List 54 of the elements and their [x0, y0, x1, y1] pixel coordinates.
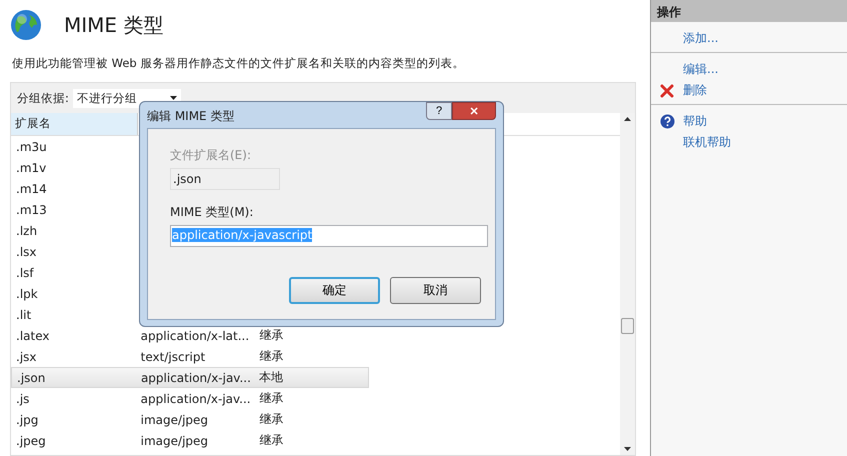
- table-cell-text: .jsx: [15, 350, 38, 364]
- action-link[interactable]: 删除: [683, 82, 707, 99]
- action-link[interactable]: 联机帮助: [683, 134, 731, 151]
- table-cell-text: image/jpeg: [140, 434, 210, 448]
- scrollbar[interactable]: [620, 113, 635, 455]
- mime-type-field[interactable]: application/x-javascript: [170, 225, 488, 247]
- table-cell-text: .jpeg: [15, 434, 47, 448]
- table-cell-text: .json: [16, 370, 46, 384]
- table-cell-text: .m14: [15, 182, 48, 196]
- table-cell-text: .lpk: [15, 286, 39, 300]
- table-cell-text: .lsf: [15, 266, 35, 280]
- selected-row[interactable]: .json application/x-jav... 本地: [11, 367, 369, 388]
- table-cell-text: .lit: [15, 308, 32, 322]
- page-title: MIME 类型: [64, 12, 164, 38]
- table-cell-text: .jpg: [15, 412, 40, 426]
- table-cell-text: 继承: [258, 432, 284, 449]
- table-cell-text: .lsx: [15, 244, 38, 258]
- globe-icon: [10, 9, 42, 41]
- help-icon: [660, 114, 674, 129]
- field-label: MIME 类型(M):: [170, 204, 254, 221]
- table-cell-text: application/x-jav...: [140, 392, 252, 406]
- table-cell-text: 本地: [258, 369, 284, 386]
- scroll-down-icon[interactable]: [624, 447, 631, 451]
- table-cell-text: .m3u: [15, 140, 48, 154]
- scroll-up-icon[interactable]: [624, 117, 631, 121]
- action-link[interactable]: 编辑...: [683, 61, 718, 78]
- scroll-thumb[interactable]: [621, 318, 634, 334]
- table-cell-text: 继承: [258, 327, 284, 344]
- table-cell-text: .lzh: [15, 224, 38, 238]
- action-link[interactable]: 帮助: [683, 113, 707, 130]
- delete-icon: [660, 84, 674, 98]
- table-cell-text: .js: [15, 392, 30, 406]
- close-button[interactable]: ✕: [452, 102, 496, 120]
- group-by-label: 分组依据:: [17, 90, 69, 106]
- page-description: 使用此功能管理被 Web 服务器用作静态文件的文件扩展名和关联的内容类型的列表。: [11, 55, 466, 72]
- column-header[interactable]: 扩展名: [11, 113, 138, 135]
- table-cell-text: application/x-lat...: [140, 328, 250, 342]
- table-cell-text: image/jpeg: [140, 412, 210, 426]
- extension-field: .json: [170, 168, 280, 190]
- help-button[interactable]: ?: [426, 102, 452, 120]
- table-cell-text: application/x-jav...: [140, 370, 252, 384]
- dialog-title: 编辑 MIME 类型: [147, 108, 234, 125]
- table-cell-text: .m13: [15, 202, 48, 216]
- action-link[interactable]: 添加...: [683, 30, 718, 47]
- table-cell-text: 继承: [258, 390, 284, 407]
- field-label: 文件扩展名(E):: [170, 147, 252, 164]
- table-cell-text: .m1v: [15, 160, 48, 174]
- actions-header: 操作: [651, 0, 847, 22]
- table-cell-text: 继承: [258, 411, 284, 428]
- table-cell-text: .latex: [15, 328, 50, 342]
- table-cell-text: 继承: [258, 348, 284, 365]
- ok-button[interactable]: 确定: [289, 277, 380, 304]
- cancel-button[interactable]: 取消: [390, 277, 481, 304]
- table-cell-text: text/jscript: [140, 350, 206, 364]
